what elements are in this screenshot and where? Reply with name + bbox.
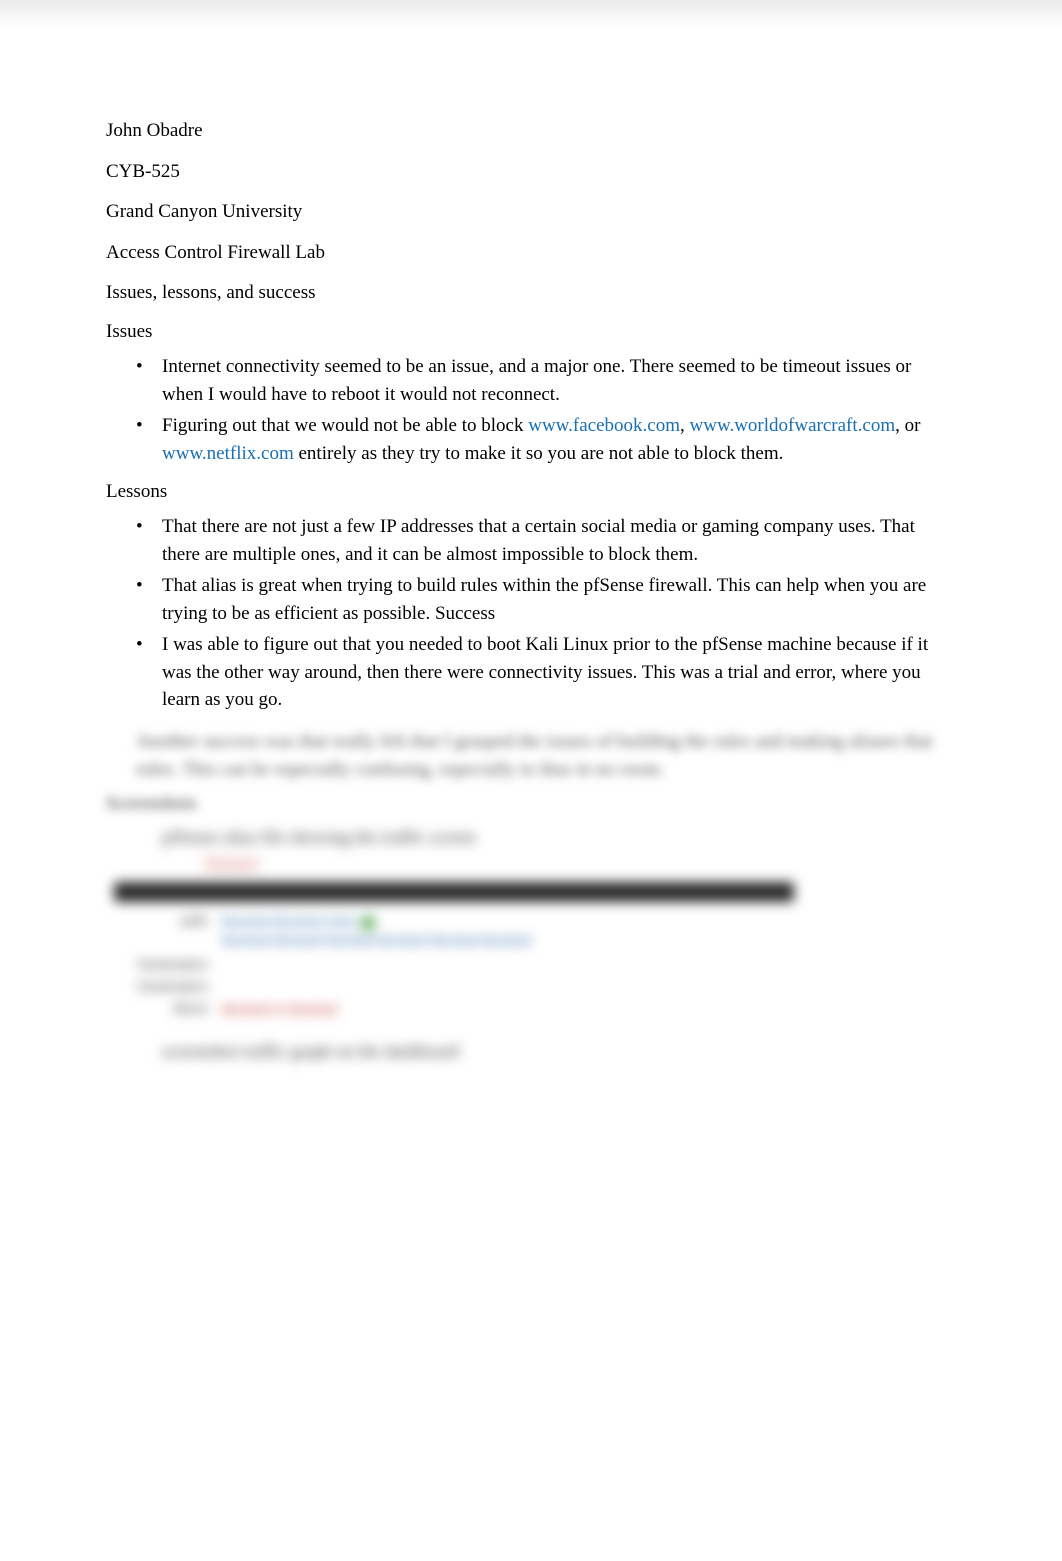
lessons-item-2: That alias is great when trying to build… bbox=[132, 572, 956, 627]
issues-item-2-sep2: , or bbox=[895, 415, 920, 436]
issues-heading: Issues bbox=[106, 321, 956, 343]
issues-item-2-text-before: Figuring out that we would not be able t… bbox=[162, 415, 528, 436]
issues-item-1: Internet connectivity seemed to be an is… bbox=[132, 353, 956, 408]
screenshots-red-label: blocked bbox=[106, 856, 956, 874]
lessons-list: That there are not just a few IP address… bbox=[106, 513, 956, 714]
lessons-blurred-item: Another success was that really felt tha… bbox=[106, 728, 956, 783]
author-name: John Obadre bbox=[106, 118, 956, 145]
check-icon bbox=[361, 916, 375, 930]
issues-item-2: Figuring out that we would not be able t… bbox=[132, 412, 956, 467]
document-subtitle: Issues, lessons, and success bbox=[106, 280, 956, 307]
form-label-dns: Destination bbox=[112, 956, 222, 972]
form-value-block: blocked in blocked bbox=[222, 1000, 792, 1019]
form-label-ip: Destination bbox=[112, 978, 222, 994]
lessons-item-1: That there are not just a few IP address… bbox=[132, 513, 956, 568]
document-title: Access Control Firewall Lab bbox=[106, 240, 956, 267]
form-row-block: Block blocked in blocked bbox=[112, 1000, 792, 1019]
document-page: John Obadre CYB-525 Grand Canyon Univers… bbox=[0, 28, 1062, 1104]
netflix-link[interactable]: www.netflix.com bbox=[162, 443, 294, 464]
issues-list: Internet connectivity seemed to be an is… bbox=[106, 353, 956, 467]
facebook-link[interactable]: www.facebook.com bbox=[528, 415, 680, 436]
form-row-ip: Destination bbox=[112, 978, 792, 994]
worldofwarcraft-link[interactable]: www.worldofwarcraft.com bbox=[690, 415, 896, 436]
form-label-path: path bbox=[112, 912, 222, 928]
form-value-path-line1: blocked blocked (net) bbox=[222, 913, 355, 929]
university-name: Grand Canyon University bbox=[106, 199, 956, 226]
page-top-shadow bbox=[0, 0, 1062, 28]
screenshots-heading: Screenshots bbox=[106, 793, 956, 815]
issues-item-2-sep1: , bbox=[680, 415, 690, 436]
form-value-path-line2: blocked blocked blocked blocked blocked … bbox=[222, 932, 531, 948]
screenshot-dark-bar bbox=[114, 882, 794, 902]
form-label-block: Block bbox=[112, 1000, 222, 1016]
form-row-path: path blocked blocked (net) blocked block… bbox=[112, 912, 792, 950]
issues-item-1-text: Internet connectivity seemed to be an is… bbox=[162, 356, 911, 405]
course-code: CYB-525 bbox=[106, 159, 956, 186]
screenshots-item-1: pfSense alias file showing the traffic s… bbox=[106, 825, 956, 850]
screenshots-item-2: screenshot traffic graph on the dashboar… bbox=[106, 1039, 956, 1064]
lessons-heading: Lessons bbox=[106, 481, 956, 503]
screenshot-form-area: path blocked blocked (net) blocked block… bbox=[112, 912, 792, 1019]
issues-item-2-text-after: entirely as they try to make it so you a… bbox=[294, 443, 784, 464]
form-value-path: blocked blocked (net) blocked blocked bl… bbox=[222, 912, 792, 950]
form-row-dns: Destination bbox=[112, 956, 792, 972]
lessons-item-3: I was able to figure out that you needed… bbox=[132, 631, 956, 714]
